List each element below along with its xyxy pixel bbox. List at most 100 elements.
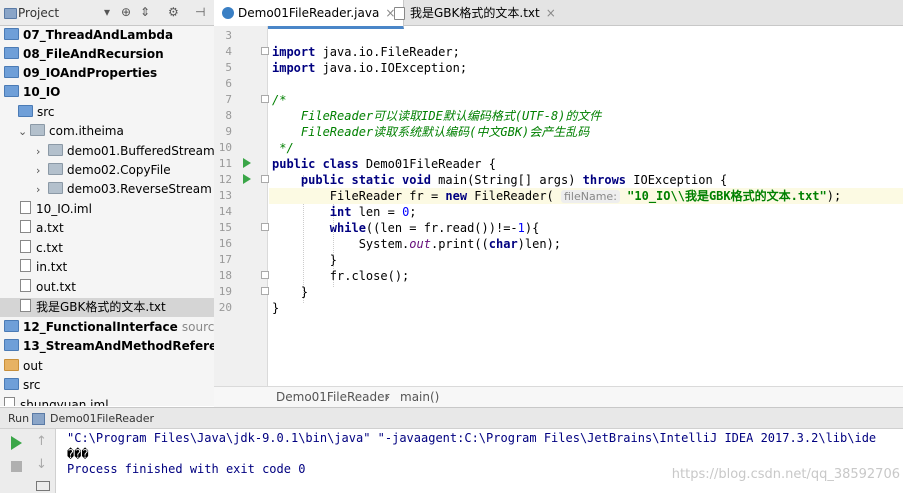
module-folder-icon <box>4 339 19 351</box>
text-file-icon <box>394 7 405 20</box>
tree-item-gbk-txt[interactable]: 我是GBK格式的文本.txt <box>0 298 214 317</box>
code-line-9: FileReader读取系统默认编码(中文GBK)会产生乱码 <box>272 125 590 139</box>
project-panel-title[interactable]: Project <box>18 6 59 20</box>
tree-item-demo02[interactable]: › demo02.CopyFile <box>36 161 171 180</box>
code-line-19: } <box>272 285 309 299</box>
code-line-14: int len = 0; <box>329 205 417 219</box>
text-file-icon <box>20 299 31 312</box>
run-panel-header: Run Demo01FileReader <box>0 407 903 429</box>
fold-icon[interactable] <box>261 175 269 183</box>
watermark: https://blog.csdn.net/qq_38592706 <box>671 467 900 482</box>
run-class-icon[interactable] <box>243 158 251 168</box>
run-tool-label[interactable]: Run <box>8 412 29 425</box>
line-number: 11 <box>218 157 232 170</box>
tab-gbk-txt[interactable]: 我是GBK格式的文本.txt × <box>386 0 564 26</box>
code-line-12: public static void main(String[] args) t… <box>272 173 728 187</box>
iml-file-icon <box>4 397 15 406</box>
code-line-10: */ <box>272 141 294 155</box>
tree-item-07-threadandlambda[interactable]: 07_ThreadAndLambda <box>4 26 173 45</box>
code-line-13: FileReader fr = new FileReader( fileName… <box>269 188 903 204</box>
tree-item-08-fileandrecursion[interactable]: 08_FileAndRecursion <box>4 45 164 64</box>
parameter-hint: fileName: <box>561 190 620 203</box>
tree-item-out[interactable]: out <box>4 357 43 376</box>
editor-tab-bar: Demo01FileReader.java × 我是GBK格式的文本.txt × <box>214 0 903 29</box>
console-line-exit: Process finished with exit code 0 <box>67 462 306 476</box>
tree-item-a-txt[interactable]: a.txt <box>20 219 64 238</box>
editor-gutter: 3 4 5 6 7 8 9 10 11 12 13 14 15 16 17 18… <box>214 26 269 386</box>
run-toolbar: ↑ ↓ <box>0 429 56 493</box>
dropdown-icon[interactable]: ▾ <box>104 4 110 20</box>
up-arrow-icon[interactable]: ↑ <box>36 434 50 449</box>
package-icon <box>48 182 63 194</box>
tree-item-src-root[interactable]: src <box>4 376 41 395</box>
chevron-right-icon[interactable]: › <box>36 142 48 161</box>
run-config-name[interactable]: Demo01FileReader <box>50 412 154 425</box>
breadcrumb-method[interactable]: main() <box>400 390 439 404</box>
module-folder-icon <box>4 85 19 97</box>
tree-item-com-itheima[interactable]: ⌄ com.itheima <box>18 122 124 141</box>
fold-icon[interactable] <box>261 223 269 231</box>
fold-icon[interactable] <box>261 95 269 103</box>
line-number: 8 <box>225 109 232 122</box>
line-number: 20 <box>218 301 232 314</box>
chevron-down-icon[interactable]: ⌄ <box>18 122 30 141</box>
target-icon[interactable]: ⊕ <box>121 4 131 20</box>
stop-icon[interactable] <box>11 461 22 472</box>
text-file-icon <box>20 240 31 253</box>
close-icon[interactable]: × <box>546 6 556 20</box>
package-icon <box>48 163 63 175</box>
fold-icon[interactable] <box>261 47 269 55</box>
project-panel-header: Project ▾ ⊕ ⇕ ⚙ ⊣ <box>0 0 214 26</box>
code-line-11: public class Demo01FileReader { <box>272 157 496 171</box>
tree-item-src[interactable]: src <box>18 103 55 122</box>
fold-icon[interactable] <box>261 271 269 279</box>
tree-item-demo01[interactable]: › demo01.BufferedStream <box>36 142 214 161</box>
code-line-5: import java.io.IOException; <box>272 61 468 75</box>
breadcrumb-class[interactable]: Demo01FileReader <box>276 390 389 404</box>
tab-demo01filereader[interactable]: Demo01FileReader.java × <box>214 0 405 29</box>
console-line-output: ��� <box>67 447 89 461</box>
iml-file-icon <box>20 201 31 214</box>
line-number: 3 <box>225 29 232 42</box>
package-icon <box>48 144 63 156</box>
java-class-icon <box>222 7 234 19</box>
tree-item-09-ioandproperties[interactable]: 09_IOAndProperties <box>4 64 157 83</box>
output-folder-icon <box>4 359 19 371</box>
gear-icon[interactable]: ⚙ <box>168 4 179 20</box>
chevron-right-icon[interactable]: › <box>36 180 48 199</box>
line-number: 19 <box>218 285 232 298</box>
code-line-15: while((len = fr.read())!=-1){ <box>329 221 540 235</box>
tree-item-12-functionalinterface[interactable]: 12_FunctionalInterface sources roo <box>4 318 214 337</box>
source-folder-icon <box>18 105 33 117</box>
fold-icon[interactable] <box>261 287 269 295</box>
chevron-right-icon[interactable]: › <box>36 161 48 180</box>
rerun-icon[interactable] <box>11 436 22 450</box>
tree-item-out-txt[interactable]: out.txt <box>20 278 76 297</box>
line-number: 9 <box>225 125 232 138</box>
collapse-icon[interactable]: ⇕ <box>140 4 150 20</box>
tree-item-iml[interactable]: 10_IO.iml <box>20 200 92 219</box>
hide-panel-icon[interactable]: ⊣ <box>195 4 205 20</box>
project-tree: 07_ThreadAndLambda 08_FileAndRecursion 0… <box>0 26 214 406</box>
tree-item-shungyuan-iml[interactable]: shungyuan.iml <box>4 396 109 406</box>
line-number: 14 <box>218 205 232 218</box>
code-line-4: import java.io.FileReader; <box>272 45 460 59</box>
tree-item-demo03[interactable]: › demo03.ReverseStream <box>36 180 212 199</box>
down-arrow-icon[interactable]: ↓ <box>36 457 50 472</box>
line-number: 18 <box>218 269 232 282</box>
tree-item-c-txt[interactable]: c.txt <box>20 239 63 258</box>
line-number: 13 <box>218 189 232 202</box>
code-line-16: System.out.print((char)len); <box>272 237 562 251</box>
line-number: 17 <box>218 253 232 266</box>
line-number: 4 <box>225 45 232 58</box>
tree-item-in-txt[interactable]: in.txt <box>20 258 67 277</box>
code-editor[interactable]: import java.io.FileReader; import java.i… <box>269 26 903 386</box>
line-number: 5 <box>225 61 232 74</box>
layout-icon[interactable] <box>36 481 50 491</box>
run-method-icon[interactable] <box>243 174 251 184</box>
tree-item-10-io[interactable]: 10_IO <box>4 83 60 102</box>
line-number: 10 <box>218 141 232 154</box>
run-config-icon <box>32 413 45 425</box>
tree-item-13-streamandmethodreference[interactable]: 13_StreamAndMethodReference <box>4 337 214 356</box>
module-folder-icon <box>4 66 19 78</box>
